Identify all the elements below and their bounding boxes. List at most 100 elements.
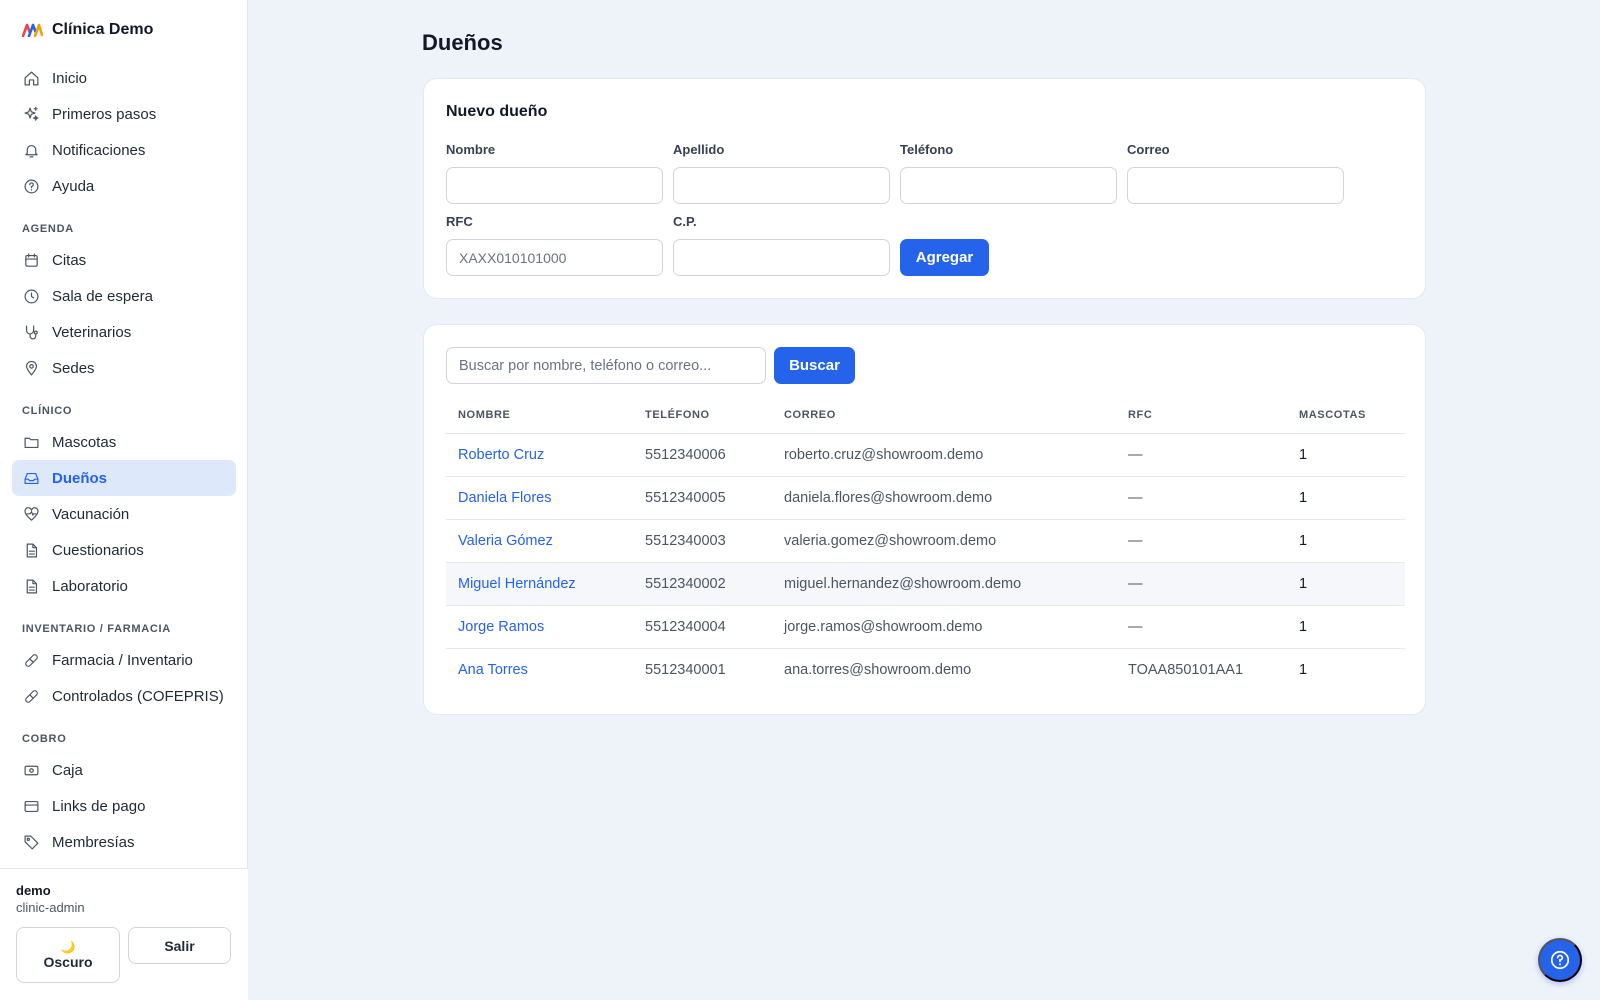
correo-label: Correo	[1127, 142, 1170, 157]
owner-name-link[interactable]: Miguel Hernández	[446, 562, 633, 606]
sidebar-item-primeros-pasos[interactable]: Primeros pasos	[12, 96, 236, 132]
telefono-field[interactable]	[900, 167, 1117, 204]
owner-phone: 5512340005	[633, 476, 772, 520]
tag-icon	[22, 833, 40, 851]
owner-pets-count: 1	[1287, 476, 1405, 520]
column-header-rfc[interactable]: RFC	[1116, 397, 1287, 434]
document-icon	[22, 541, 40, 559]
cp-label: C.P.	[673, 214, 697, 229]
sidebar-item-label: Cuestionarios	[52, 541, 144, 559]
owner-name-link[interactable]: Ana Torres	[446, 648, 633, 691]
sidebar-item-notificaciones[interactable]: Notificaciones	[12, 132, 236, 168]
sidebar-item-duenos[interactable]: Dueños	[12, 460, 236, 496]
section-title-clinico: CLÍNICO	[22, 405, 73, 417]
nombre-label: Nombre	[446, 142, 496, 157]
sidebar-footer: demo clinic-admin 🌙 Oscuro Salir	[0, 868, 248, 1000]
table-row[interactable]: Valeria Gómez 5512340003 valeria.gomez@s…	[446, 519, 1405, 563]
owner-email: jorge.ramos@showroom.demo	[772, 605, 1116, 649]
stethoscope-icon	[22, 323, 40, 341]
owner-rfc: —	[1116, 476, 1287, 520]
owner-name-link[interactable]: Valeria Gómez	[446, 519, 633, 563]
owner-email: roberto.cruz@showroom.demo	[772, 433, 1116, 477]
sidebar-item-label: Links de pago	[52, 797, 146, 815]
sidebar-item-label: Controlados (COFEPRIS)	[52, 687, 224, 705]
document-icon	[22, 577, 40, 595]
sidebar-item-label: Vacunación	[52, 505, 130, 523]
sidebar-item-caja[interactable]: Caja	[12, 752, 236, 788]
table-row[interactable]: Daniela Flores 5512340005 daniela.flores…	[446, 476, 1405, 520]
sidebar-item-sedes[interactable]: Sedes	[12, 350, 236, 386]
nombre-field[interactable]	[446, 167, 663, 204]
table-row[interactable]: Jorge Ramos 5512340004 jorge.ramos@showr…	[446, 605, 1405, 649]
sidebar-item-veterinarios[interactable]: Veterinarios	[12, 314, 236, 350]
table-row[interactable]: Miguel Hernández 5512340002 miguel.herna…	[446, 562, 1405, 606]
telefono-label: Teléfono	[900, 142, 954, 157]
owner-phone: 5512340002	[633, 562, 772, 606]
owner-name-link[interactable]: Jorge Ramos	[446, 605, 633, 649]
sidebar-item-cuestionarios[interactable]: Cuestionarios	[12, 532, 236, 568]
owner-phone: 5512340004	[633, 605, 772, 649]
table-row[interactable]: Roberto Cruz 5512340006 roberto.cruz@sho…	[446, 433, 1405, 477]
owner-rfc: —	[1116, 433, 1287, 477]
sidebar-item-label: Dueños	[52, 469, 108, 487]
table-row[interactable]: Ana Torres 5512340001 ana.torres@showroo…	[446, 648, 1405, 691]
heart-pulse-icon	[22, 505, 40, 523]
owner-pets-count: 1	[1287, 562, 1405, 606]
sidebar-item-sala-de-espera[interactable]: Sala de espera	[12, 278, 236, 314]
search-button[interactable]: Buscar	[774, 347, 855, 384]
owner-pets-count: 1	[1287, 605, 1405, 649]
sidebar-item-mascotas[interactable]: Mascotas	[12, 424, 236, 460]
theme-toggle-button[interactable]: 🌙 Oscuro	[16, 927, 120, 983]
column-header-mascotas[interactable]: MASCOTAS	[1287, 397, 1405, 434]
owner-phone: 5512340003	[633, 519, 772, 563]
page-title: Dueños	[422, 30, 503, 55]
search-input[interactable]	[446, 347, 766, 384]
sidebar-item-membresias[interactable]: Membresías	[12, 824, 236, 860]
owner-email: valeria.gomez@showroom.demo	[772, 519, 1116, 563]
theme-toggle-label: Oscuro	[43, 954, 93, 970]
correo-field[interactable]	[1127, 167, 1344, 204]
sidebar-item-label: Citas	[52, 251, 87, 269]
sidebar-item-label: Membresías	[52, 833, 135, 851]
sidebar-item-label: Mascotas	[52, 433, 117, 451]
user-role: clinic-admin	[16, 900, 85, 915]
add-owner-button[interactable]: Agregar	[900, 239, 989, 276]
sidebar-item-label: Laboratorio	[52, 577, 128, 595]
sidebar-item-farmacia[interactable]: Farmacia / Inventario	[12, 642, 236, 678]
column-header-nombre[interactable]: NOMBRE	[446, 397, 633, 434]
sidebar-item-links-de-pago[interactable]: Links de pago	[12, 788, 236, 824]
apellido-field[interactable]	[673, 167, 890, 204]
owner-phone: 5512340006	[633, 433, 772, 477]
inbox-icon	[22, 469, 40, 487]
sidebar-item-citas[interactable]: Citas	[12, 242, 236, 278]
sidebar-item-ayuda[interactable]: Ayuda	[12, 168, 236, 204]
help-button[interactable]	[1538, 938, 1582, 982]
clock-icon	[22, 287, 40, 305]
new-owner-title: Nuevo dueño	[446, 103, 548, 120]
sidebar-item-label: Farmacia / Inventario	[52, 651, 193, 669]
rfc-field[interactable]	[446, 239, 663, 276]
sidebar-item-laboratorio[interactable]: Laboratorio	[12, 568, 236, 604]
sidebar-item-label: Notificaciones	[52, 141, 146, 159]
help-circle-icon	[22, 177, 40, 195]
sidebar-item-vacunacion[interactable]: Vacunación	[12, 496, 236, 532]
owner-email: daniela.flores@showroom.demo	[772, 476, 1116, 520]
column-header-correo[interactable]: CORREO	[772, 397, 1116, 434]
section-title-inventario: INVENTARIO / FARMACIA	[22, 623, 171, 635]
logout-button[interactable]: Salir	[128, 927, 231, 964]
owners-table: NOMBRE TELÉFONO CORREO RFC MASCOTAS Robe…	[446, 397, 1405, 691]
sidebar-nav: Inicio Primeros pasos Notificaciones Ayu…	[12, 60, 236, 860]
cp-field[interactable]	[673, 239, 890, 276]
sidebar-item-label: Primeros pasos	[52, 105, 157, 123]
pill-icon	[22, 687, 40, 705]
sidebar-item-controlados[interactable]: Controlados (COFEPRIS)	[12, 678, 236, 714]
bell-icon	[22, 141, 40, 159]
brand[interactable]: Clínica Demo	[22, 18, 153, 42]
owner-name-link[interactable]: Roberto Cruz	[446, 433, 633, 477]
owner-rfc: —	[1116, 519, 1287, 563]
owner-pets-count: 1	[1287, 519, 1405, 563]
column-header-telefono[interactable]: TELÉFONO	[633, 397, 772, 434]
owner-name-link[interactable]: Daniela Flores	[446, 476, 633, 520]
sparkles-icon	[22, 105, 40, 123]
sidebar-item-inicio[interactable]: Inicio	[12, 60, 236, 96]
